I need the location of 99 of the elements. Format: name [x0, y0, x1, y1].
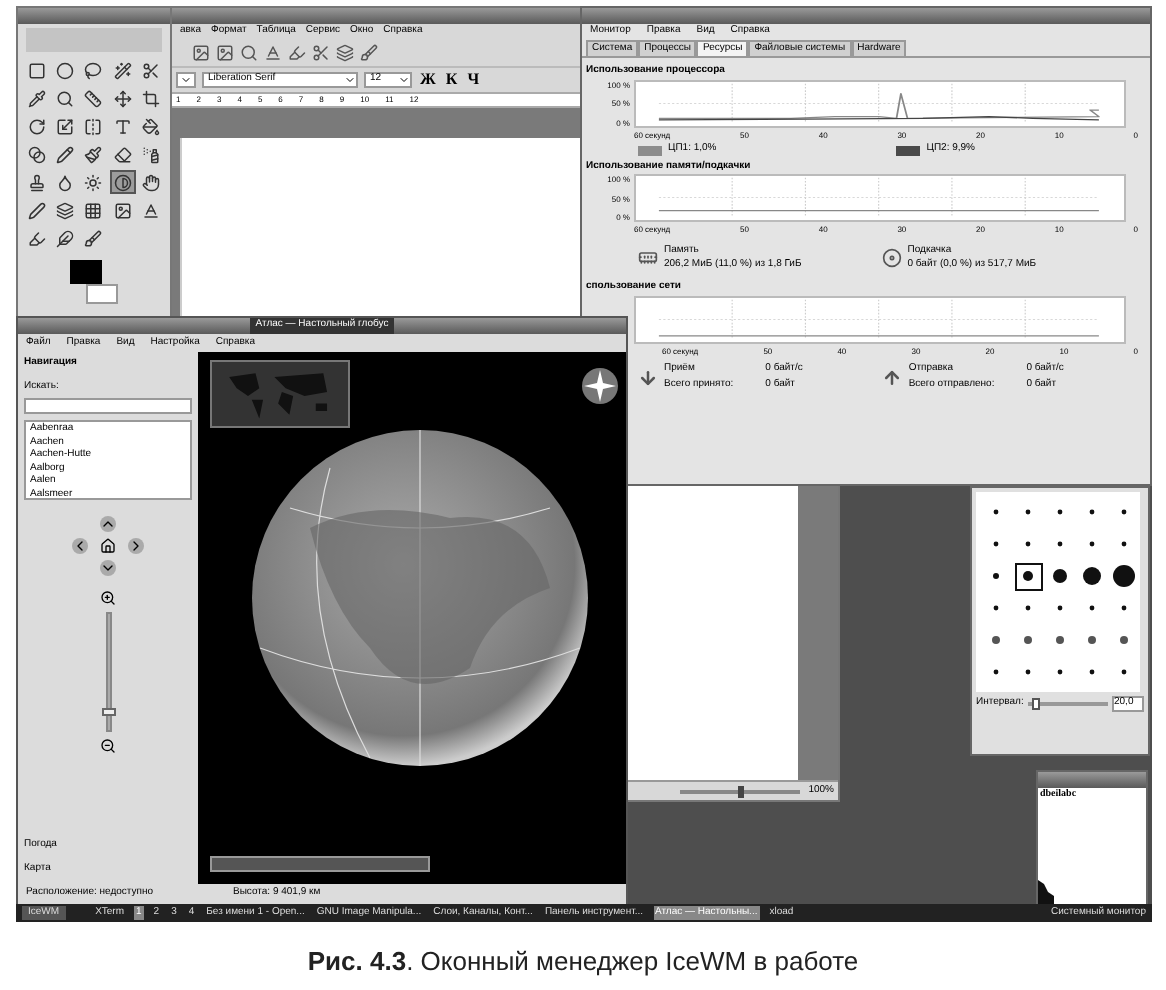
- brush-icon: [84, 229, 103, 247]
- toolbar-icon[interactable]: [288, 44, 306, 62]
- crop-icon: [142, 89, 161, 107]
- toolbar-icon[interactable]: [312, 44, 330, 62]
- toolbar-icon[interactable]: [216, 44, 234, 62]
- bucket-icon: [142, 117, 161, 135]
- paintbrush-icon: [84, 145, 103, 163]
- memory-icon: [638, 248, 658, 268]
- ruler-icon: [84, 89, 103, 107]
- highlighter-icon: [27, 229, 46, 247]
- tool-button[interactable]: [81, 198, 107, 222]
- tool-button[interactable]: [52, 86, 78, 110]
- zoom-icon: [56, 89, 75, 107]
- blend-icon: [27, 145, 46, 163]
- pan-down-icon[interactable]: [100, 560, 116, 576]
- pan-up-icon[interactable]: [100, 516, 116, 532]
- lasso-icon: [84, 61, 103, 79]
- tool-button[interactable]: [81, 114, 107, 138]
- image-icon: [113, 201, 132, 219]
- tool-button[interactable]: [24, 86, 49, 110]
- caret-icon: [398, 74, 410, 86]
- dodge-icon: [84, 173, 103, 191]
- tool-button[interactable]: [24, 114, 49, 138]
- ellipse-select-icon: [56, 61, 75, 79]
- tool-button[interactable]: [52, 142, 78, 166]
- caret-icon: [344, 74, 356, 86]
- upload-arrow-icon: [882, 367, 903, 387]
- text-tool-icon: [113, 117, 132, 135]
- spacing-slider-thumb[interactable]: [1031, 698, 1040, 710]
- zoom-slider-thumb[interactable]: [737, 785, 744, 797]
- contrast-icon: [113, 173, 132, 191]
- layers-icon: [56, 201, 75, 219]
- tool-button[interactable]: [110, 114, 136, 138]
- tool-button[interactable]: [139, 86, 164, 110]
- rotate-icon: [27, 117, 46, 135]
- toolbar-icon[interactable]: [360, 44, 378, 62]
- swap-icon: [881, 248, 902, 268]
- toolbar-icon[interactable]: [264, 44, 282, 62]
- scale-icon: [56, 117, 75, 135]
- tool-button[interactable]: [139, 58, 164, 82]
- scissors-icon: [142, 61, 161, 79]
- pan-left-icon[interactable]: [72, 538, 88, 554]
- tool-button[interactable]: [139, 114, 164, 138]
- pipette-icon: [27, 89, 46, 107]
- tool-button[interactable]: [52, 58, 78, 82]
- tool-button[interactable]: [81, 142, 107, 166]
- pan-right-icon[interactable]: [128, 538, 144, 554]
- hand-icon: [142, 173, 161, 191]
- feather-icon: [56, 229, 75, 247]
- flip-icon: [84, 117, 103, 135]
- tool-button[interactable]: [110, 58, 136, 82]
- grid-icon: [84, 201, 103, 219]
- tool-button[interactable]: [81, 86, 107, 110]
- eraser-icon: [113, 145, 132, 163]
- tool-button[interactable]: [110, 170, 136, 194]
- pen-icon: [27, 201, 46, 219]
- zoom-slider-thumb[interactable]: [101, 708, 115, 717]
- tool-button[interactable]: [24, 142, 49, 166]
- world-map-drawing: [210, 360, 350, 428]
- format-button[interactable]: К: [443, 72, 460, 88]
- baseline-icon: [142, 201, 161, 219]
- tool-button[interactable]: [52, 226, 78, 250]
- rectangle-select-icon: [27, 61, 46, 79]
- search-field[interactable]: [24, 398, 192, 414]
- foreground-color-swatch[interactable]: [70, 260, 102, 284]
- tool-button[interactable]: [24, 170, 49, 194]
- format-button[interactable]: Ж: [418, 72, 438, 88]
- tool-button[interactable]: [139, 198, 164, 222]
- zoom-out-icon[interactable]: [100, 738, 116, 754]
- tool-button[interactable]: [24, 58, 49, 82]
- pencil-icon: [56, 145, 75, 163]
- tool-button[interactable]: [24, 226, 49, 250]
- tool-button[interactable]: [110, 86, 136, 110]
- wand-icon: [113, 61, 132, 79]
- tool-button[interactable]: [52, 114, 78, 138]
- zoom-in-icon[interactable]: [100, 590, 116, 606]
- toolbar-icon[interactable]: [240, 44, 258, 62]
- stamp-icon: [27, 173, 46, 191]
- tool-button[interactable]: [139, 170, 164, 194]
- window-title-bar: [1038, 772, 1146, 788]
- background-color-swatch[interactable]: [86, 284, 118, 304]
- toolbar-icon[interactable]: [192, 44, 210, 62]
- droplet-icon: [56, 173, 75, 191]
- toolbar-icon[interactable]: [336, 44, 354, 62]
- tool-button[interactable]: [81, 58, 107, 82]
- download-arrow-icon: [638, 367, 658, 387]
- tool-button[interactable]: [81, 226, 107, 250]
- home-icon[interactable]: [100, 538, 116, 554]
- move-icon: [113, 89, 132, 107]
- style-dropdown[interactable]: [176, 72, 196, 88]
- figure-caption: Рис. 4.3. Оконный менеджер IceWM в работе: [305, 944, 861, 980]
- tool-button[interactable]: [52, 198, 78, 222]
- tool-button[interactable]: [24, 198, 49, 222]
- tool-button[interactable]: [110, 198, 136, 222]
- tool-button[interactable]: [110, 142, 136, 166]
- compass-icon[interactable]: [582, 368, 618, 404]
- caret-icon: [180, 74, 192, 86]
- format-button[interactable]: Ч: [465, 72, 482, 88]
- toolbox-logo-banner: [26, 28, 162, 52]
